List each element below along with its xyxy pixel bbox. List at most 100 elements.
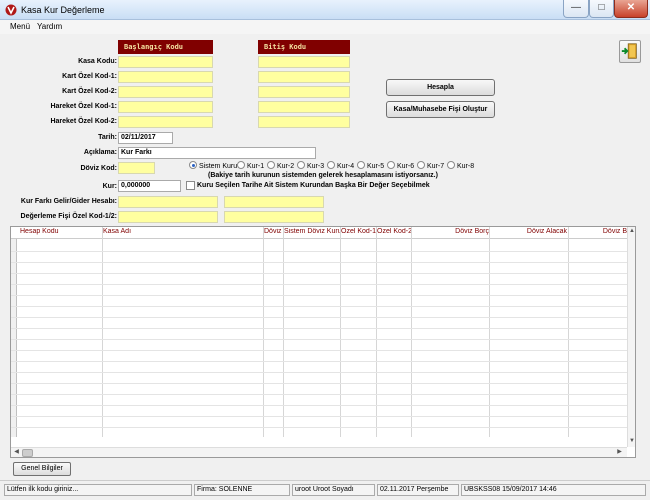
- form-area: Başlangıç Kodu Bitiş Kodu Kasa Kodu: Kar…: [3, 34, 647, 478]
- status-bar: Lütfen ilk kodu giriniz... Firma: SOLENN…: [0, 480, 650, 498]
- doviz-kod-input[interactable]: [118, 162, 155, 174]
- hareket-ozel-kod2-end-input[interactable]: [258, 116, 350, 128]
- data-grid[interactable]: Hesap Kodu Kasa Adı Döviz Sistem Döviz K…: [10, 226, 636, 458]
- degerleme-ozel-kod-label: Değerleme Fişi Özel Kod-1/2:: [20, 213, 117, 220]
- degerleme-ozel-kod1-input[interactable]: [118, 211, 218, 223]
- kur-farki-hesabi-label: Kur Farkı Gelir/Gider Hesabı:: [20, 198, 117, 205]
- col-doviz[interactable]: Döviz: [264, 228, 284, 235]
- col-ozel-kod2[interactable]: Özel Kod-2: [377, 228, 411, 235]
- radio-selected-icon: [189, 161, 197, 169]
- fis-olustur-button[interactable]: Kasa/Muhasebe Fişi Oluştur: [386, 101, 495, 118]
- kur-override-checkbox[interactable]: [186, 181, 195, 190]
- kur-radio-3[interactable]: Kur-3: [297, 161, 324, 171]
- table-row: [11, 383, 627, 384]
- menu-item-menu[interactable]: Menü: [10, 22, 30, 31]
- col-sistem-doviz-kuru[interactable]: Sistem Döviz Kuru: [284, 228, 340, 235]
- doviz-kod-label: Döviz Kod:: [80, 165, 117, 172]
- exit-door-icon: [621, 43, 637, 59]
- kart-ozel-kod2-start-input[interactable]: [118, 86, 213, 98]
- kur-override-label: Kuru Seçilen Tarihe Ait Sistem Kurundan …: [197, 182, 430, 189]
- maximize-button[interactable]: □: [589, 0, 614, 18]
- radio-icon: [267, 161, 275, 169]
- kur-note: (Bakiye tarih kurunun sistemden gelerek …: [208, 172, 438, 179]
- vertical-scrollbar[interactable]: ▲ ▼: [627, 227, 635, 447]
- kur-farki-gider-input[interactable]: [224, 196, 324, 208]
- table-row: [11, 251, 627, 252]
- scroll-up-icon[interactable]: ▲: [628, 227, 635, 236]
- start-code-header: Başlangıç Kodu: [118, 40, 213, 54]
- table-row: [11, 394, 627, 395]
- window-title: Kasa Kur Değerleme: [21, 5, 105, 15]
- scroll-thumb[interactable]: [22, 449, 33, 457]
- table-row: [11, 284, 627, 285]
- menu-bar: Menü Yardım: [0, 20, 650, 34]
- table-row: [11, 328, 627, 329]
- kur-radio-7[interactable]: Kur-7: [417, 161, 444, 171]
- exit-button[interactable]: [619, 40, 641, 63]
- kur-radio-8[interactable]: Kur-8: [447, 161, 474, 171]
- col-doviz-bakiye[interactable]: Döviz B: [569, 228, 627, 235]
- status-firma: Firma: SOLENNE: [194, 484, 290, 496]
- horizontal-scrollbar[interactable]: ◀ ▶: [11, 447, 627, 457]
- degerleme-ozel-kod2-input[interactable]: [224, 211, 324, 223]
- col-kasa-adi[interactable]: Kasa Adı: [103, 228, 263, 235]
- table-row: [11, 427, 627, 428]
- kart-ozel-kod2-end-input[interactable]: [258, 86, 350, 98]
- hareket-ozel-kod1-label: Hareket Özel Kod-1:: [50, 103, 117, 110]
- col-doviz-alacak[interactable]: Döviz Alacak: [490, 228, 567, 235]
- kur-radio-5[interactable]: Kur-5: [357, 161, 384, 171]
- kasa-kodu-start-input[interactable]: [118, 56, 213, 68]
- radio-icon: [237, 161, 245, 169]
- kart-ozel-kod2-label: Kart Özel Kod-2:: [62, 88, 117, 95]
- kur-farki-gelir-input[interactable]: [118, 196, 218, 208]
- status-version: UBSKSS08 15/09/2017 14:46: [461, 484, 646, 496]
- status-date: 02.11.2017 Perşembe: [377, 484, 459, 496]
- table-row: [11, 372, 627, 373]
- table-row: [11, 295, 627, 296]
- aciklama-input[interactable]: Kur Farkı: [118, 147, 316, 159]
- hareket-ozel-kod2-label: Hareket Özel Kod-2:: [50, 118, 117, 125]
- kasa-kodu-end-input[interactable]: [258, 56, 350, 68]
- kur-radio-2[interactable]: Kur-2: [267, 161, 294, 171]
- kart-ozel-kod1-label: Kart Özel Kod-1:: [62, 73, 117, 80]
- kur-radio-6[interactable]: Kur-6: [387, 161, 414, 171]
- table-row: [11, 317, 627, 318]
- hareket-ozel-kod1-start-input[interactable]: [118, 101, 213, 113]
- scroll-right-icon[interactable]: ▶: [615, 448, 624, 457]
- radio-icon: [297, 161, 305, 169]
- kur-radio-1[interactable]: Kur-1: [237, 161, 264, 171]
- table-row: [11, 416, 627, 417]
- menu-item-yardim[interactable]: Yardım: [37, 22, 62, 31]
- kur-radio-4[interactable]: Kur-4: [327, 161, 354, 171]
- kart-ozel-kod1-start-input[interactable]: [118, 71, 213, 83]
- radio-icon: [357, 161, 365, 169]
- table-row: [11, 306, 627, 307]
- kur-radio-sistem[interactable]: Sistem Kuru: [189, 161, 237, 171]
- title-bar: Kasa Kur Değerleme — □ ✕: [0, 0, 650, 20]
- aciklama-label: Açıklama:: [83, 149, 117, 156]
- table-row: [11, 339, 627, 340]
- table-row: [11, 405, 627, 406]
- table-row: [11, 350, 627, 351]
- col-doviz-borc[interactable]: Döviz Borç: [412, 228, 489, 235]
- status-message: Lütfen ilk kodu giriniz...: [4, 484, 192, 496]
- minimize-button[interactable]: —: [563, 0, 589, 18]
- kart-ozel-kod1-end-input[interactable]: [258, 71, 350, 83]
- kur-label: Kur:: [102, 183, 117, 190]
- tarih-input[interactable]: 02/11/2017: [118, 132, 173, 144]
- close-button[interactable]: ✕: [614, 0, 648, 18]
- kur-input[interactable]: 0,000000: [118, 180, 181, 192]
- end-code-header: Bitiş Kodu: [258, 40, 350, 54]
- col-hesap-kodu[interactable]: Hesap Kodu: [20, 228, 100, 235]
- genel-bilgiler-button[interactable]: Genel Bilgiler: [13, 462, 71, 476]
- scroll-left-icon[interactable]: ◀: [12, 448, 21, 457]
- scroll-down-icon[interactable]: ▼: [628, 437, 635, 446]
- hareket-ozel-kod2-start-input[interactable]: [118, 116, 213, 128]
- col-ozel-kod1[interactable]: Özel Kod-1: [341, 228, 376, 235]
- app-logo-icon: [5, 4, 17, 16]
- hareket-ozel-kod1-end-input[interactable]: [258, 101, 350, 113]
- kasa-kodu-label: Kasa Kodu:: [78, 58, 117, 65]
- hesapla-button[interactable]: Hesapla: [386, 79, 495, 96]
- tarih-label: Tarih:: [98, 134, 117, 141]
- radio-icon: [327, 161, 335, 169]
